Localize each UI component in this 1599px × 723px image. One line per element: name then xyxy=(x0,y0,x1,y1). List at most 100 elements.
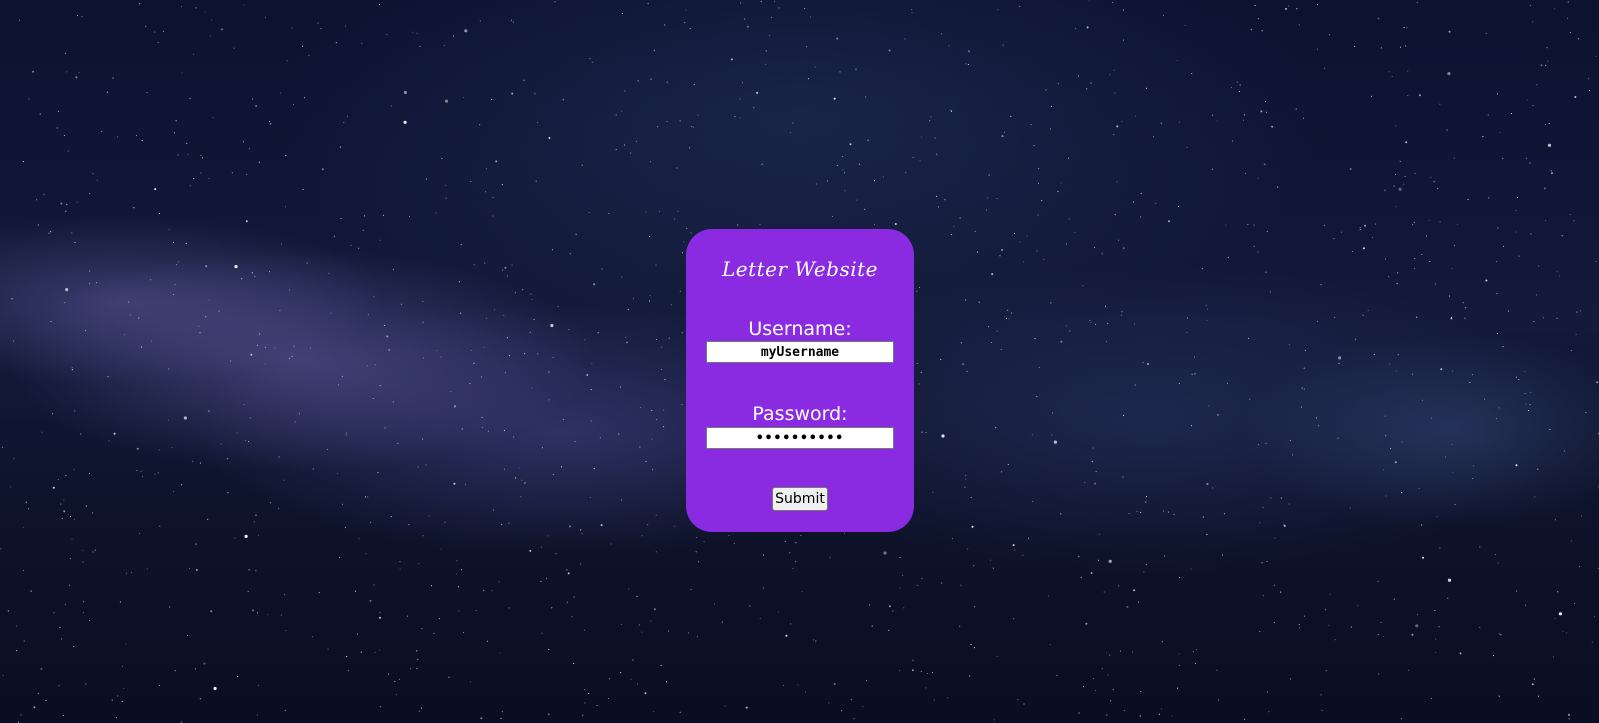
star xyxy=(94,549,96,551)
star xyxy=(168,229,170,231)
star xyxy=(749,605,751,607)
star xyxy=(189,185,191,187)
star xyxy=(1316,320,1318,322)
star xyxy=(433,632,435,634)
username-input[interactable] xyxy=(706,341,894,363)
star xyxy=(630,152,632,154)
star xyxy=(960,342,962,344)
star xyxy=(1407,669,1410,671)
star xyxy=(1086,88,1088,90)
star xyxy=(501,711,503,713)
star xyxy=(69,558,71,560)
star xyxy=(903,607,905,609)
star xyxy=(760,0,762,3)
star xyxy=(1277,186,1279,188)
star xyxy=(1545,64,1547,66)
star xyxy=(681,332,683,334)
star xyxy=(1190,425,1193,427)
star xyxy=(968,51,971,53)
star xyxy=(438,618,440,620)
star xyxy=(1000,348,1002,351)
star xyxy=(932,491,934,493)
star xyxy=(419,45,421,47)
star xyxy=(883,551,887,555)
star xyxy=(1132,201,1135,203)
star xyxy=(512,21,514,23)
star xyxy=(1554,617,1556,619)
star xyxy=(1594,616,1596,618)
star xyxy=(1364,224,1366,227)
star xyxy=(1428,219,1430,221)
star xyxy=(597,332,599,334)
star xyxy=(205,265,208,268)
star xyxy=(569,253,571,255)
star xyxy=(1577,38,1580,40)
star xyxy=(1337,437,1339,439)
star xyxy=(146,568,148,570)
star xyxy=(1145,564,1147,566)
star xyxy=(1585,411,1587,414)
star xyxy=(1385,495,1387,497)
star xyxy=(1538,265,1540,267)
star xyxy=(1334,639,1336,641)
star xyxy=(639,406,642,409)
star xyxy=(1544,219,1547,222)
star xyxy=(679,120,681,122)
star xyxy=(251,272,253,274)
star xyxy=(1145,501,1147,503)
star xyxy=(920,371,922,373)
star xyxy=(453,482,456,485)
star xyxy=(649,235,651,238)
star xyxy=(1107,674,1109,676)
star xyxy=(233,47,235,49)
star xyxy=(1359,229,1361,231)
star xyxy=(1533,321,1535,323)
password-input[interactable] xyxy=(706,427,894,449)
star xyxy=(460,244,462,246)
star xyxy=(379,385,381,387)
star xyxy=(1462,302,1464,304)
star xyxy=(205,316,207,318)
star xyxy=(927,672,929,675)
star xyxy=(154,188,157,191)
star xyxy=(243,404,245,406)
star xyxy=(408,215,411,217)
star xyxy=(892,610,894,612)
star xyxy=(1262,595,1264,597)
star xyxy=(387,673,390,675)
star xyxy=(1530,391,1532,393)
star xyxy=(1303,117,1305,119)
star xyxy=(912,157,914,159)
star xyxy=(1119,650,1121,652)
star xyxy=(904,38,906,40)
star xyxy=(354,590,357,592)
star xyxy=(1145,496,1148,498)
star xyxy=(460,569,463,571)
star xyxy=(1271,125,1274,128)
star xyxy=(1176,59,1178,62)
star xyxy=(537,353,539,355)
star xyxy=(1303,388,1305,390)
star xyxy=(899,557,901,559)
star xyxy=(1273,584,1275,586)
star xyxy=(158,449,160,451)
star xyxy=(911,12,913,14)
star xyxy=(1041,200,1043,202)
star xyxy=(765,50,767,52)
star xyxy=(929,120,931,122)
star xyxy=(157,472,159,474)
star xyxy=(1407,94,1409,97)
star xyxy=(1196,649,1198,651)
star xyxy=(491,98,493,101)
star xyxy=(1056,675,1058,677)
star xyxy=(1515,376,1517,378)
star xyxy=(626,341,628,344)
submit-button[interactable]: Submit xyxy=(772,487,828,511)
star xyxy=(586,374,589,376)
star xyxy=(1205,304,1207,306)
star xyxy=(123,687,125,689)
star xyxy=(63,499,65,501)
star xyxy=(61,638,63,640)
star xyxy=(246,173,248,175)
star xyxy=(345,432,347,434)
